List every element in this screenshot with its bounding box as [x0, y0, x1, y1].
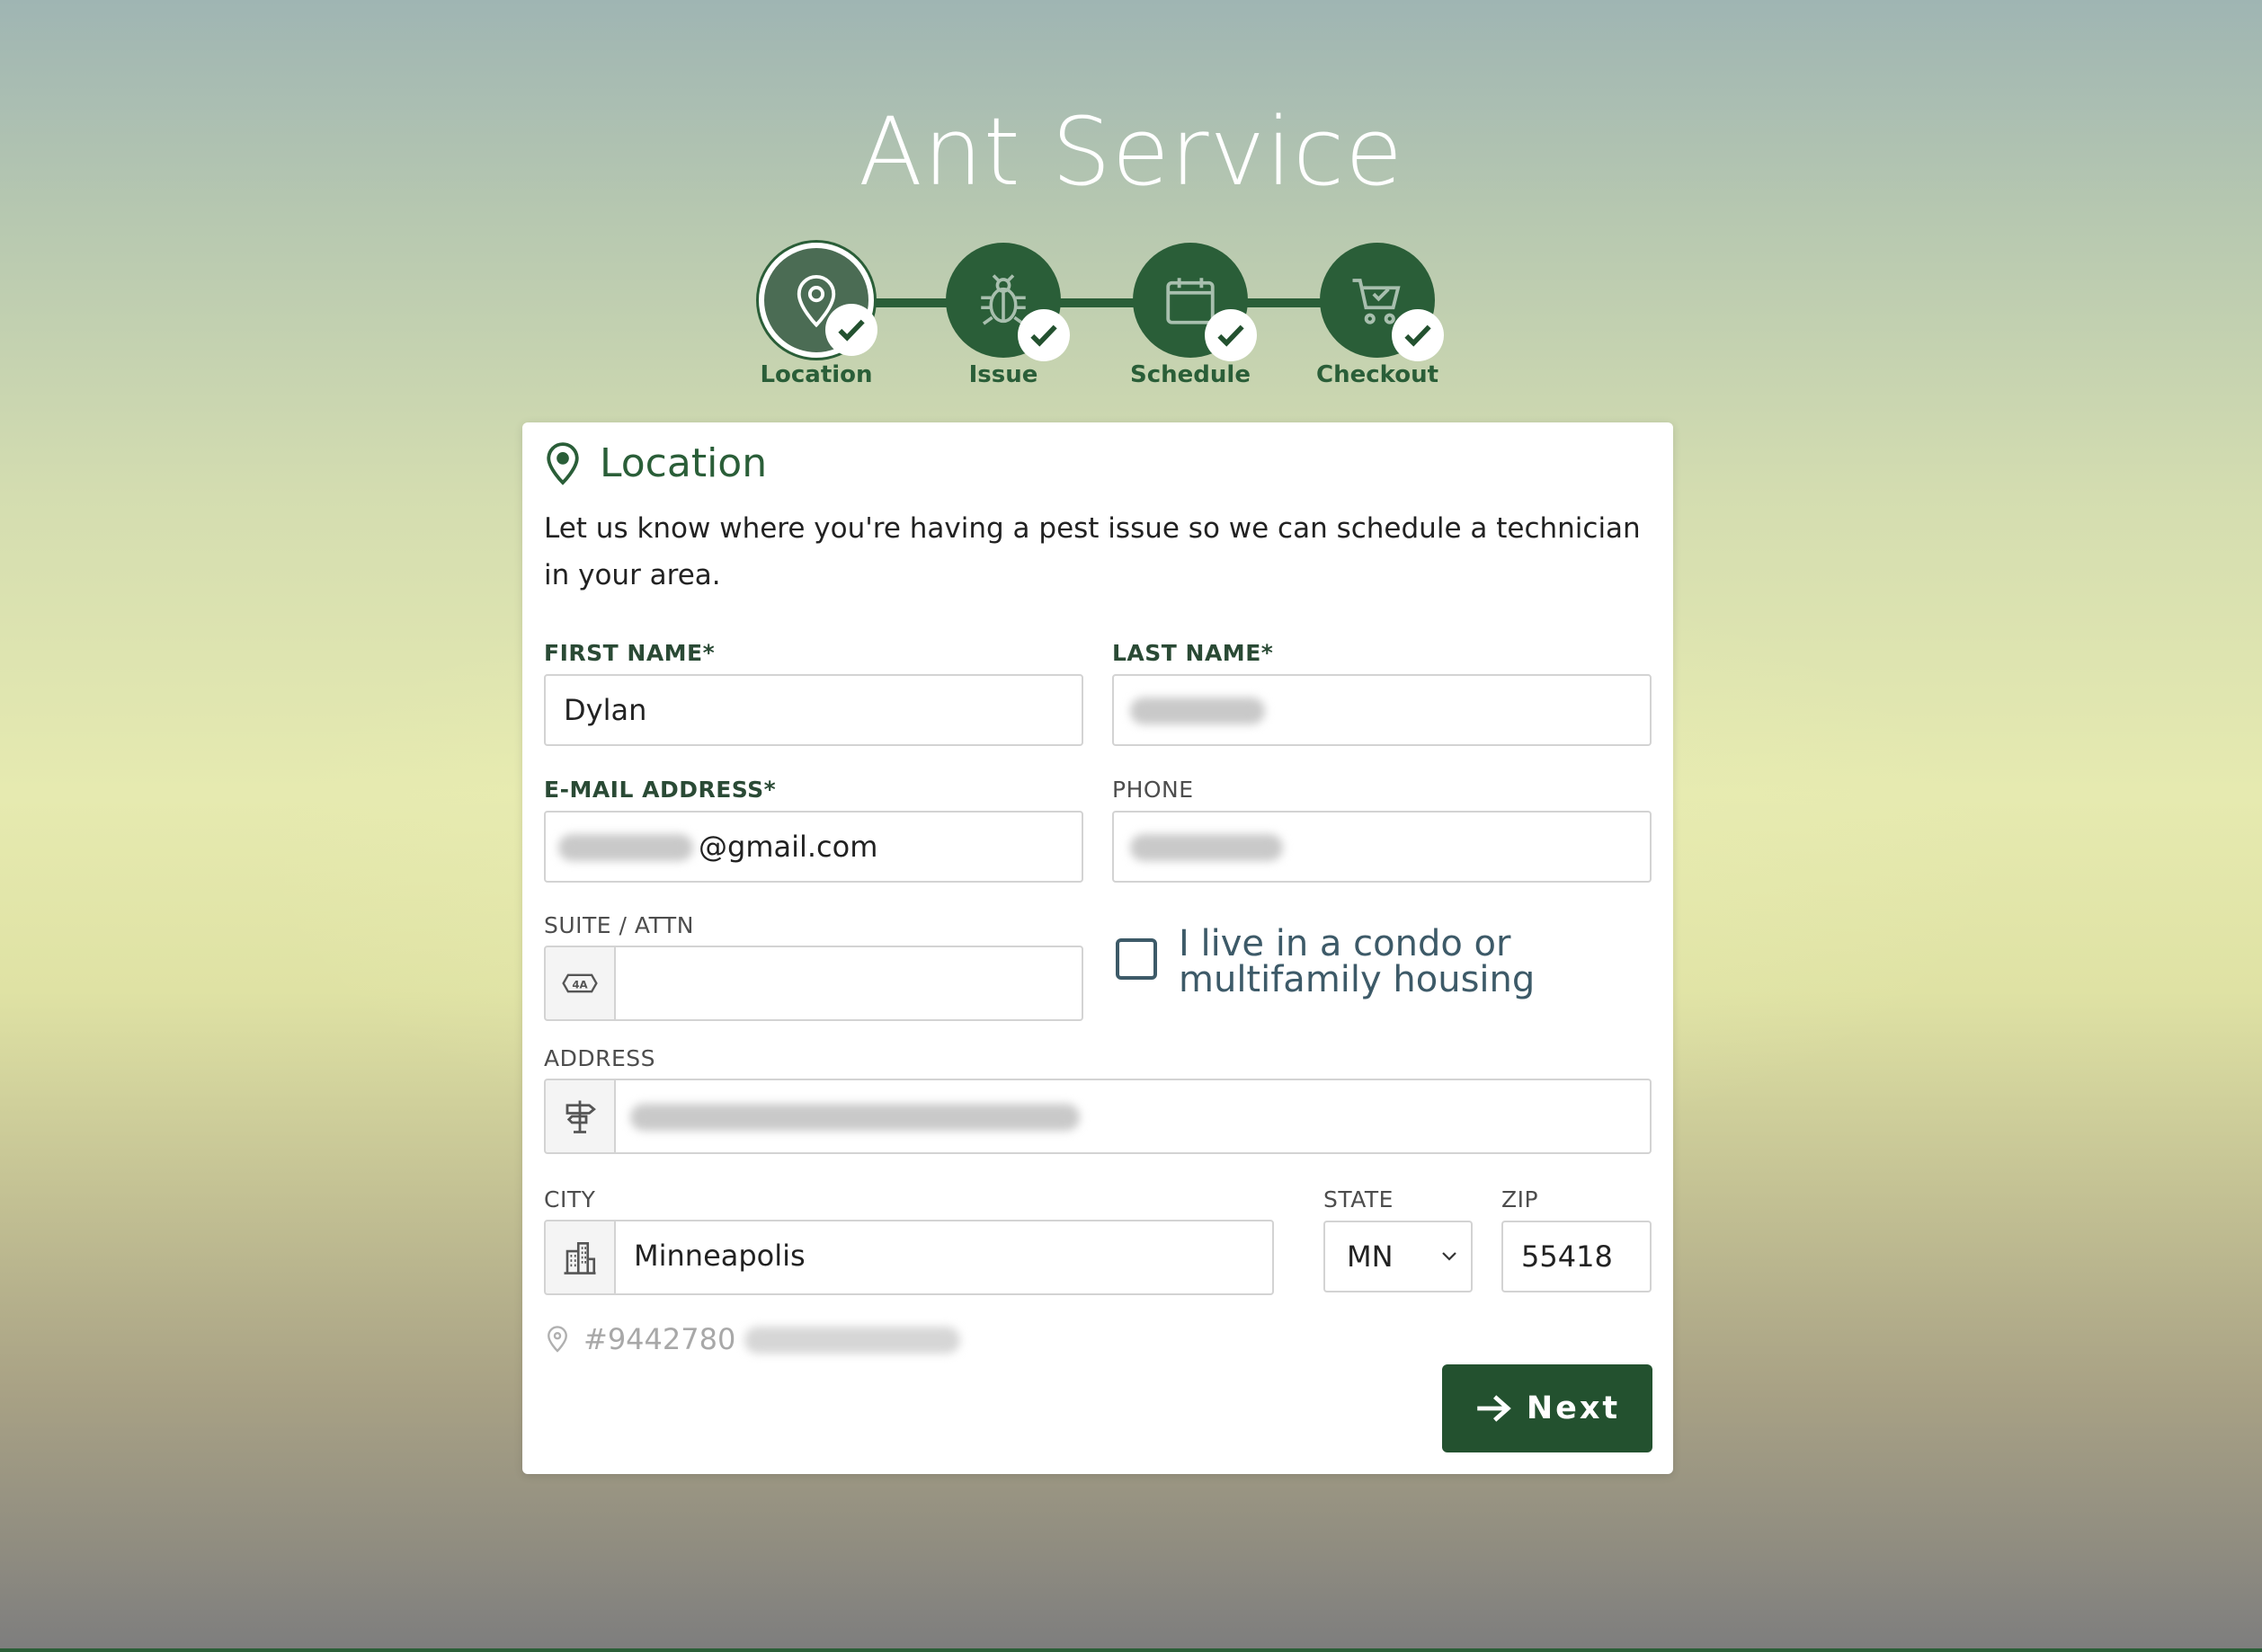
step-schedule[interactable]: Schedule — [1100, 243, 1280, 388]
email-value: @gmail.com — [699, 830, 878, 864]
next-button-label: Next — [1526, 1390, 1621, 1426]
signpost-icon — [566, 1100, 596, 1133]
email-label: E-MAIL ADDRESS* — [544, 777, 777, 803]
next-button[interactable]: Next — [1442, 1364, 1652, 1452]
first-name-label: FIRST NAME* — [544, 640, 716, 666]
svg-text:4A: 4A — [572, 978, 588, 990]
phone-input[interactable] — [1112, 811, 1652, 883]
suite-label: SUITE / ATTN — [544, 912, 694, 938]
step-label: Issue — [968, 361, 1038, 388]
state-value: MN — [1347, 1239, 1394, 1274]
location-id-text: #9442780 — [583, 1322, 736, 1356]
last-name-input[interactable] — [1112, 674, 1652, 746]
check-icon — [1217, 324, 1244, 347]
phone-label: PHONE — [1112, 777, 1194, 803]
redacted-text — [630, 1104, 1080, 1131]
redacted-text — [558, 834, 693, 861]
location-form-card: Location Let us know where you're having… — [522, 422, 1673, 1474]
card-header: Location — [544, 440, 767, 486]
city-label: CITY — [544, 1186, 596, 1212]
map-pin-icon — [548, 1326, 567, 1353]
check-icon — [1030, 324, 1057, 347]
location-id: #9442780 — [546, 1321, 961, 1357]
first-name-input[interactable]: Dylan — [544, 674, 1083, 746]
last-name-label: LAST NAME* — [1112, 640, 1274, 666]
city-addon — [544, 1220, 616, 1295]
suite-input[interactable] — [614, 946, 1083, 1021]
zip-input[interactable]: 55418 — [1501, 1221, 1652, 1292]
check-icon — [1404, 324, 1431, 347]
zip-label: ZIP — [1501, 1186, 1539, 1212]
condo-checkbox[interactable] — [1116, 938, 1157, 980]
suite-badge-icon: 4A — [562, 973, 598, 993]
check-icon — [838, 319, 865, 342]
condo-checkbox-label[interactable]: I live in a condo or multifamily housing — [1179, 926, 1556, 998]
redacted-text — [744, 1327, 961, 1354]
city-input[interactable]: Minneapolis — [614, 1220, 1274, 1295]
step-label: Checkout — [1315, 361, 1439, 388]
chevron-down-icon — [1442, 1252, 1456, 1261]
address-addon — [544, 1079, 616, 1154]
page-title: Ant Service — [858, 97, 1404, 207]
card-intro: Let us know where you're having a pest i… — [544, 512, 1641, 591]
suite-addon: 4A — [544, 946, 616, 1021]
state-select[interactable]: MN — [1323, 1221, 1473, 1292]
arrow-right-icon — [1477, 1395, 1511, 1422]
condo-option[interactable]: I live in a condo or multifamily housing — [1116, 926, 1556, 998]
progress-stepper: Location Issue Schedule Checkout — [0, 243, 2262, 395]
bottom-strip — [0, 1648, 2262, 1652]
step-label: Location — [760, 361, 873, 388]
step-issue[interactable]: Issue — [913, 243, 1093, 388]
redacted-text — [1130, 834, 1283, 861]
card-title: Location — [600, 440, 768, 486]
address-label: ADDRESS — [544, 1045, 656, 1071]
buildings-icon — [564, 1241, 596, 1275]
step-location[interactable]: Location — [726, 243, 906, 388]
redacted-text — [1130, 697, 1265, 724]
step-checkout[interactable]: Checkout — [1287, 243, 1467, 388]
address-input[interactable] — [614, 1079, 1652, 1154]
email-input[interactable]: @gmail.com — [544, 811, 1083, 883]
map-pin-icon — [547, 441, 579, 485]
step-label: Schedule — [1130, 361, 1251, 388]
state-label: STATE — [1323, 1186, 1394, 1212]
